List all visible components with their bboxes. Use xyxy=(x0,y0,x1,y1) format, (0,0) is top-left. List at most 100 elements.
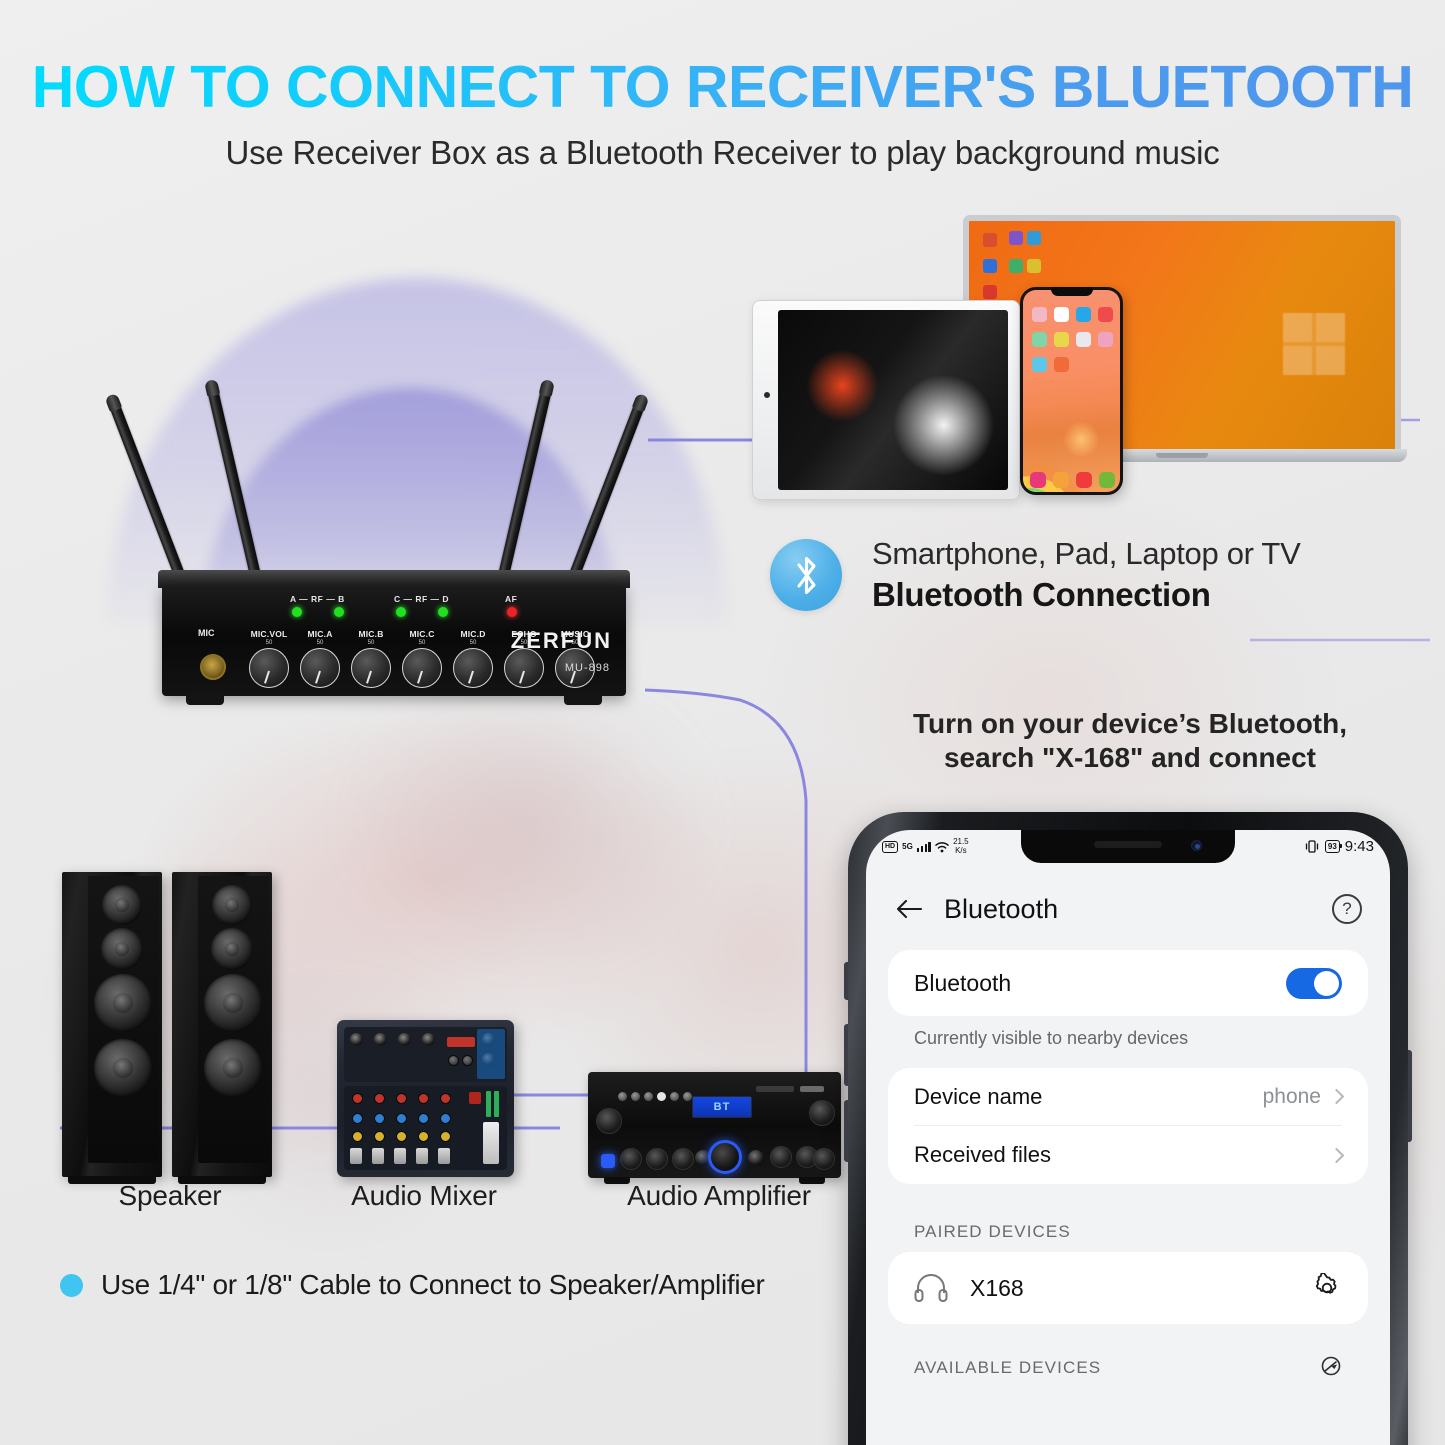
front-camera-icon xyxy=(1191,840,1202,851)
knob-mic-b[interactable]: MIC.B 50 xyxy=(348,629,394,688)
led-a xyxy=(292,607,302,617)
tweeter-driver xyxy=(102,885,142,925)
knob-dial[interactable] xyxy=(453,648,493,688)
paired-device-row[interactable]: X168 xyxy=(888,1252,1368,1324)
amplifier-body: BT xyxy=(588,1072,841,1178)
knob-dial[interactable] xyxy=(300,648,340,688)
desktop-icon xyxy=(983,259,997,273)
mixer-gain-knob xyxy=(418,1093,429,1104)
app-icon xyxy=(1054,307,1069,322)
antenna-2 xyxy=(206,383,262,582)
led-group-af: AF xyxy=(505,594,517,617)
antenna-3 xyxy=(497,383,553,582)
mic-input-jack[interactable] xyxy=(200,654,226,680)
received-files-row[interactable]: Received files xyxy=(914,1126,1345,1184)
amp-bass-knob xyxy=(813,1148,835,1170)
audio-amplifier-device: BT xyxy=(588,1072,841,1184)
mixer-aux-knob xyxy=(396,1131,407,1142)
knob-dial[interactable] xyxy=(504,648,544,688)
led-b xyxy=(334,607,344,617)
chevron-right-icon xyxy=(1328,1088,1345,1105)
status-bar-right: 93 9:43 xyxy=(1304,838,1374,855)
midrange-driver xyxy=(101,928,143,970)
tablet-screen xyxy=(778,310,1008,490)
screen-title: Bluetooth xyxy=(944,893,1059,924)
knob-dial[interactable] xyxy=(351,648,391,688)
gear-icon[interactable] xyxy=(1312,1273,1342,1303)
knob-mic-vol[interactable]: MIC.VOL 50 xyxy=(246,629,292,688)
bluetooth-callout-line2: Bluetooth Connection xyxy=(872,576,1211,613)
receiver-foot-right xyxy=(564,694,602,705)
phone-power-button[interactable] xyxy=(1408,1050,1412,1142)
speaker-right xyxy=(172,872,272,1184)
knob-scale: 50 xyxy=(469,640,477,646)
bluetooth-toggle-label: Bluetooth xyxy=(914,969,1012,996)
phone-volume-down-button[interactable] xyxy=(844,1100,848,1162)
status-bar-left: HD 5G 21.5 K/s xyxy=(882,837,969,855)
amp-mic-knob xyxy=(620,1148,642,1170)
smartphone-device xyxy=(1020,287,1123,495)
mixer-input-jack xyxy=(374,1033,387,1046)
knob-label: MIC.C xyxy=(409,629,435,639)
dock-icon xyxy=(1053,472,1069,488)
speaker-left xyxy=(62,872,162,1184)
knob-mic-d[interactable]: MIC.D 50 xyxy=(450,629,496,688)
led-d xyxy=(438,607,448,617)
knob-dial[interactable] xyxy=(402,648,442,688)
mixer-master-fader xyxy=(483,1122,499,1164)
knob-mic-a[interactable]: MIC.A 50 xyxy=(297,629,343,688)
midrange-driver xyxy=(211,928,253,970)
back-arrow-icon[interactable] xyxy=(894,894,924,924)
bluetooth-toggle-switch[interactable] xyxy=(1286,967,1342,999)
windows-logo-icon xyxy=(1283,313,1345,375)
vibrate-icon xyxy=(1305,840,1319,853)
mixer-fader xyxy=(416,1148,428,1164)
amp-button xyxy=(683,1092,692,1101)
audio-mixer-device xyxy=(337,1020,514,1177)
mixer-fader xyxy=(372,1148,384,1164)
led-group-label: C — RF — D xyxy=(394,594,450,604)
help-icon[interactable]: ? xyxy=(1332,894,1362,924)
battery-icon: 93 xyxy=(1324,840,1342,853)
speaker-baffle xyxy=(198,876,269,1163)
desktop-icon xyxy=(1027,231,1041,245)
knob-scale: 50 xyxy=(265,640,273,646)
connected-devices-group xyxy=(752,215,1412,505)
knob-dial[interactable] xyxy=(249,648,289,688)
mixer-eq-knob xyxy=(352,1113,363,1124)
earpiece-speaker-icon xyxy=(1094,841,1162,848)
device-name-row[interactable]: Device name phone xyxy=(914,1068,1345,1126)
mixer-aux-knob xyxy=(440,1131,451,1142)
visibility-note: Currently visible to nearby devices xyxy=(914,1028,1189,1048)
amp-volume-knob xyxy=(708,1140,742,1174)
app-icon xyxy=(1076,307,1091,322)
amp-label-strip xyxy=(756,1086,794,1092)
desktop-icon xyxy=(1027,259,1041,273)
phone-mockup: HD 5G 21.5 K/s 93 9:43 Bluetooth ? Bluet… xyxy=(844,812,1412,1445)
antenna-4 xyxy=(567,397,647,582)
chevron-right-icon xyxy=(1328,1147,1345,1163)
knob-mic-c[interactable]: MIC.C 50 xyxy=(399,629,445,688)
mixer-fader xyxy=(438,1148,450,1164)
receiver-front-panel: A — RF — B C — RF — D AF MIC MIC.VOL 50 … xyxy=(162,586,626,705)
caption-speaker: Speaker xyxy=(118,1180,222,1211)
knob-scale: 50 xyxy=(367,640,375,646)
phone-volume-up-button[interactable] xyxy=(844,1024,848,1086)
mixer-gain-knob xyxy=(440,1093,451,1104)
device-name-label: Device name xyxy=(914,1083,1043,1109)
mixer-gain-knob xyxy=(396,1093,407,1104)
dock-icon xyxy=(1030,472,1046,488)
network-speed-indicator: 21.5 K/s xyxy=(953,837,969,855)
device-name-value: phone xyxy=(1262,1084,1321,1108)
dock-icon xyxy=(1076,472,1092,488)
dock-icon xyxy=(1099,472,1115,488)
scan-icon[interactable] xyxy=(1320,1355,1342,1377)
receiver-foot-left xyxy=(186,694,224,705)
amp-selector-knob xyxy=(596,1108,622,1134)
mixer-display xyxy=(447,1037,475,1047)
bluetooth-toggle-card[interactable]: Bluetooth xyxy=(888,950,1368,1016)
led-group-a-rf-b: A — RF — B xyxy=(290,594,345,617)
mixer-input-jack xyxy=(350,1033,363,1046)
mixer-level-meter xyxy=(486,1091,491,1117)
phone-mute-switch[interactable] xyxy=(844,962,848,1000)
